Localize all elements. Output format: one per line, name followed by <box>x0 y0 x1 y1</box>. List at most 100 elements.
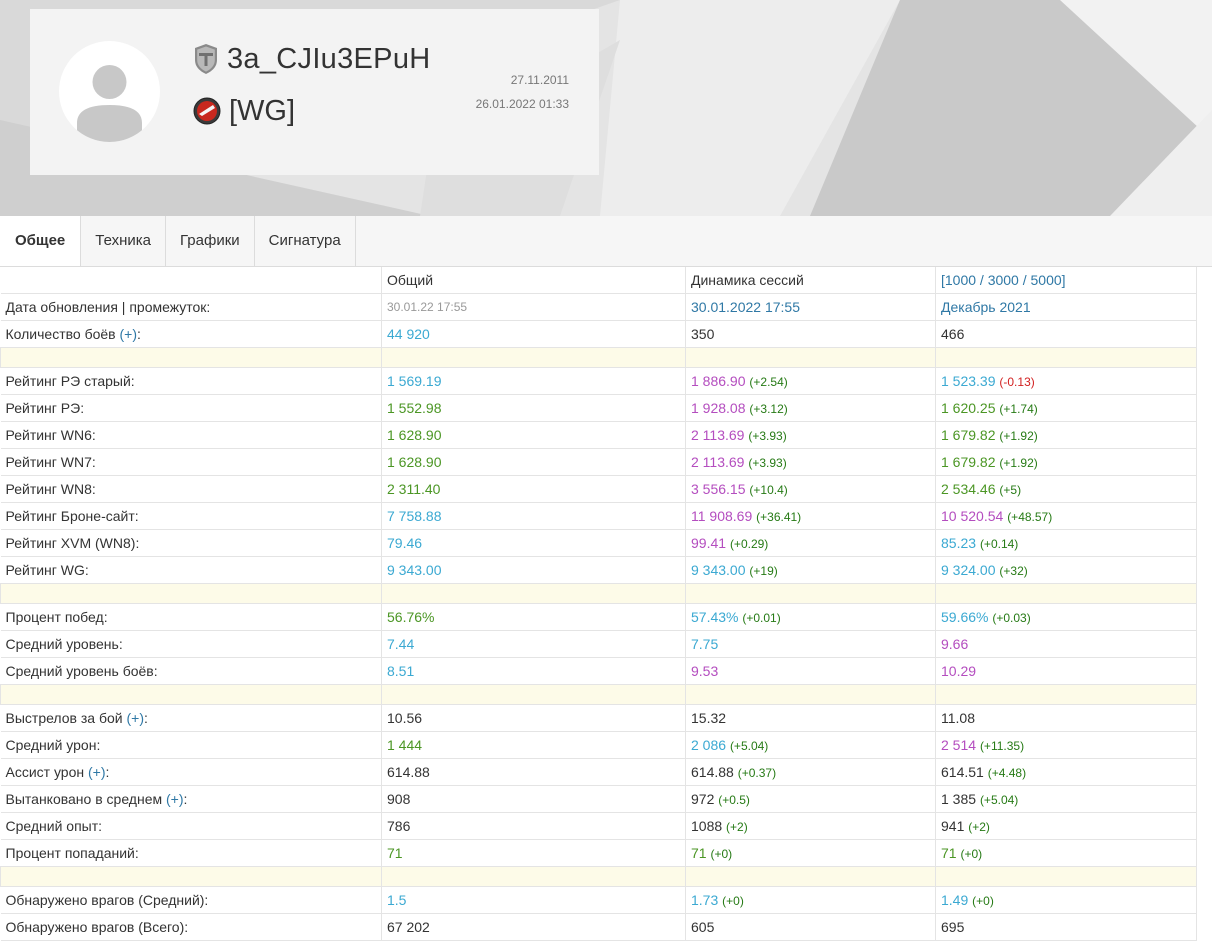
session-value: 99.41 <box>691 535 727 551</box>
table-row: Обнаружено врагов (Всего): 67 202 605 69… <box>0 913 1197 941</box>
session-value: 1.73 <box>691 892 719 908</box>
cell-total: 1 628.90 <box>381 448 686 476</box>
row-label-text: Ассист урон <box>5 764 85 780</box>
label-colon: : <box>143 710 148 726</box>
row-label: Рейтинг РЭ старый: <box>0 367 382 395</box>
table-row: Обнаружено врагов (Средний): 1.5 1.73 (+… <box>0 886 1197 914</box>
last-battle-date: 26.01.2022 01:33 <box>475 97 569 111</box>
player-name-row: 3a_CJIu3EPuH <box>193 39 431 79</box>
session-delta: (+19) <box>749 564 778 578</box>
column-header-range[interactable]: [1000 / 3000 / 5000] <box>935 267 1197 294</box>
range-value: 1 523.39 <box>941 373 996 389</box>
session-value: 1 928.08 <box>691 400 746 416</box>
range-delta: (+1.92) <box>999 456 1038 470</box>
cell-session[interactable]: 30.01.2022 17:55 <box>685 293 936 321</box>
tab-general[interactable]: Общее <box>0 216 82 266</box>
expand-link[interactable]: (+) <box>88 764 106 780</box>
cell-range: 1 679.82 (+1.92) <box>935 421 1197 449</box>
clan-row[interactable]: [WG] <box>193 91 295 131</box>
cell-session: 3 556.15 (+10.4) <box>685 475 936 503</box>
row-label-text: Количество боёв <box>5 326 116 342</box>
cell-session: 614.88 (+0.37) <box>685 758 936 786</box>
row-label: Рейтинг WG: <box>0 556 382 584</box>
expand-link[interactable]: (+) <box>120 326 138 342</box>
avatar <box>59 41 160 142</box>
cell-total: 1.5 <box>381 886 686 914</box>
range-value: 1.49 <box>941 892 969 908</box>
cell-total: 7 758.88 <box>381 502 686 530</box>
row-label: Обнаружено врагов (Всего): <box>0 913 382 941</box>
session-value: 2 113.69 <box>691 454 745 470</box>
range-value: 2 514 <box>941 737 977 753</box>
tab-charts[interactable]: Графики <box>166 216 255 266</box>
cell-range: 1 679.82 (+1.92) <box>935 448 1197 476</box>
cell-total: 1 552.98 <box>381 394 686 422</box>
tab-vehicles[interactable]: Техника <box>81 216 167 266</box>
cell-session: 7.75 <box>685 630 936 658</box>
range-value: 614.51 <box>941 764 984 780</box>
range-value: 59.66% <box>941 609 989 625</box>
cell-total: 2 311.40 <box>381 475 686 503</box>
range-delta: (+0.03) <box>992 611 1031 625</box>
cell-total: 44 920 <box>381 320 686 348</box>
table-row: Рейтинг WN7: 1 628.90 2 113.69 (+3.93) 1… <box>0 448 1197 476</box>
cell-range: 695 <box>935 913 1197 941</box>
session-delta: (+0.37) <box>737 766 777 780</box>
range-value: 1 679.82 <box>941 454 996 470</box>
clan-tag[interactable]: [WG] <box>229 95 295 128</box>
table-row: Рейтинг WN6: 1 628.90 2 113.69 (+3.93) 1… <box>0 421 1197 449</box>
cell-range: 941 (+2) <box>935 812 1197 840</box>
range-delta: (+0.14) <box>979 537 1019 551</box>
range-delta: (+1.92) <box>999 429 1038 443</box>
session-value: 1088 <box>691 818 723 834</box>
table-row: Рейтинг WG: 9 343.00 9 343.00 (+19) 9 32… <box>0 556 1197 584</box>
row-label: Вытанковано в среднем (+): <box>0 785 382 813</box>
row-label: Рейтинг WN7: <box>0 448 382 476</box>
table-row: Вытанковано в среднем (+): 908 972 (+0.5… <box>0 785 1197 813</box>
range-delta: (+32) <box>999 564 1028 578</box>
table-row: Дата обновления | промежуток: 30.01.22 1… <box>0 293 1197 321</box>
cell-total: 786 <box>381 812 686 840</box>
cell-session: 2 113.69 (+3.93) <box>685 448 936 476</box>
session-delta: (+5.04) <box>729 739 769 753</box>
wot-tank-icon <box>195 44 217 74</box>
table-row: Выстрелов за бой (+): 10.56 15.32 11.08 <box>0 704 1197 732</box>
session-value: 71 <box>691 845 707 861</box>
range-value: 1 385 <box>941 791 977 807</box>
cell-range: 466 <box>935 320 1197 348</box>
row-label: Рейтинг РЭ: <box>0 394 382 422</box>
range-delta: (+11.35) <box>979 739 1025 753</box>
cell-total: 614.88 <box>381 758 686 786</box>
session-delta: (+3.93) <box>748 429 787 443</box>
clan-emblem-icon <box>193 97 221 125</box>
session-delta: (+0) <box>710 847 733 861</box>
row-label: Обнаружено врагов (Средний): <box>0 886 382 914</box>
session-delta: (+0.29) <box>729 537 769 551</box>
range-delta: (+5.04) <box>979 793 1019 807</box>
table-row: Рейтинг XVM (WN8): 79.46 99.41 (+0.29) 8… <box>0 529 1197 557</box>
tab-signature[interactable]: Сигнатура <box>255 216 356 266</box>
cell-range[interactable]: Декабрь 2021 <box>935 293 1197 321</box>
cell-range: 10 520.54 (+48.57) <box>935 502 1197 530</box>
cell-session: 2 086 (+5.04) <box>685 731 936 759</box>
table-row: Ассист урон (+): 614.88 614.88 (+0.37) 6… <box>0 758 1197 786</box>
cell-range: 1.49 (+0) <box>935 886 1197 914</box>
table-row: Рейтинг РЭ старый: 1 569.19 1 886.90 (+2… <box>0 367 1197 395</box>
stats-table: Общий Динамика сессий [1000 / 3000 / 500… <box>0 267 1197 941</box>
table-row: Количество боёв (+): 44 920 350 466 <box>0 320 1197 348</box>
cell-total: 908 <box>381 785 686 813</box>
row-label: Процент попаданий: <box>0 839 382 867</box>
range-value: 1 620.25 <box>941 400 996 416</box>
range-delta: (+2) <box>968 820 990 834</box>
session-value: 614.88 <box>691 764 734 780</box>
expand-link[interactable]: (+) <box>126 710 144 726</box>
row-label: Средний урон: <box>0 731 382 759</box>
row-label: Средний уровень боёв: <box>0 657 382 685</box>
cell-session: 605 <box>685 913 936 941</box>
row-label: Рейтинг WN8: <box>0 475 382 503</box>
cell-session: 9.53 <box>685 657 936 685</box>
range-value: 71 <box>941 845 957 861</box>
cell-range: 85.23 (+0.14) <box>935 529 1197 557</box>
range-delta: (+5) <box>999 483 1022 497</box>
expand-link[interactable]: (+) <box>166 791 184 807</box>
